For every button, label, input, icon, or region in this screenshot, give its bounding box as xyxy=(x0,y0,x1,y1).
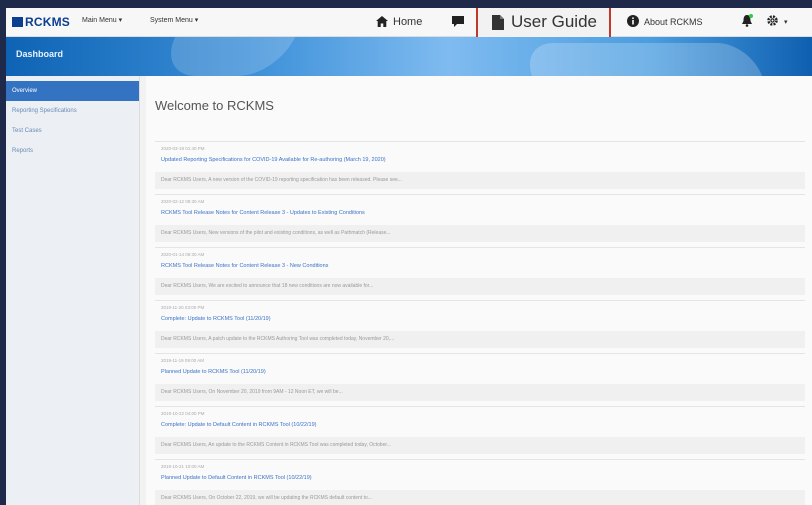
news-item: 2019-11-20 03:00 PM Complete: Update to … xyxy=(155,300,805,353)
main-menu-dropdown[interactable]: Main Menu ▾ xyxy=(82,16,122,24)
news-item: 2019-10-21 10:00 AM Planned Update to De… xyxy=(155,459,805,505)
news-item: 2020-03-19 01:40 PM Updated Reporting Sp… xyxy=(155,141,805,194)
news-timestamp: 2020-01-14 09:30 AM xyxy=(161,252,205,257)
news-title-link[interactable]: RCKMS Tool Release Notes for Content Rel… xyxy=(161,263,328,269)
banner-decoration xyxy=(156,37,296,76)
settings-menu[interactable]: ▾ xyxy=(766,8,788,36)
sidebar: Overview Reporting Specifications Test C… xyxy=(6,76,140,505)
home-icon xyxy=(376,15,388,30)
news-snippet: Dear RCKMS Users, An update to the RCKMS… xyxy=(155,437,805,454)
chevron-down-icon: ▾ xyxy=(784,19,788,26)
chat-icon xyxy=(452,15,464,30)
home-link[interactable]: Home xyxy=(376,8,422,36)
news-title-link[interactable]: RCKMS Tool Release Notes for Content Rel… xyxy=(161,210,365,216)
logo-text: RCKMS xyxy=(25,15,70,29)
document-icon xyxy=(492,14,504,30)
news-item: 2020-01-14 09:30 AM RCKMS Tool Release N… xyxy=(155,247,805,300)
page-banner: Dashboard xyxy=(6,37,812,76)
sidebar-item-test-cases[interactable]: Test Cases xyxy=(6,121,139,141)
logo-mark-icon xyxy=(12,17,23,27)
gear-icon xyxy=(766,14,779,30)
news-title-link[interactable]: Complete: Update to RCKMS Tool (11/20/19… xyxy=(161,316,271,322)
top-navbar: RCKMS Main Menu ▾ System Menu ▾ Home Use… xyxy=(6,8,812,41)
news-timestamp: 2019-11-20 03:00 PM xyxy=(161,305,205,310)
app-window: RCKMS Main Menu ▾ System Menu ▾ Home Use… xyxy=(6,8,812,505)
main-content: Welcome to RCKMS 2020-03-19 01:40 PM Upd… xyxy=(146,76,812,505)
news-timestamp: 2020-02-12 08:30 AM xyxy=(161,199,205,204)
home-label: Home xyxy=(393,16,423,28)
news-snippet: Dear RCKMS Users, New versions of the pi… xyxy=(155,225,805,242)
notifications-button[interactable] xyxy=(741,8,758,36)
news-snippet: Dear RCKMS Users, A patch update to the … xyxy=(155,331,805,348)
news-snippet: Dear RCKMS Users, We are excited to anno… xyxy=(155,278,805,295)
news-timestamp: 2020-03-19 01:40 PM xyxy=(161,146,205,151)
news-snippet: Dear RCKMS Users, On November 20, 2019 f… xyxy=(155,384,805,401)
sidebar-item-reporting-specifications[interactable]: Reporting Specifications xyxy=(6,101,139,121)
page-title: Welcome to RCKMS xyxy=(155,98,274,113)
news-title-link[interactable]: Planned Update to RCKMS Tool (11/20/19) xyxy=(161,369,266,375)
news-snippet: Dear RCKMS Users, On October 22, 2019, w… xyxy=(155,490,805,505)
news-title-link[interactable]: Updated Reporting Specifications for COV… xyxy=(161,157,386,163)
news-item: 2019-10-22 04:00 PM Complete: Update to … xyxy=(155,406,805,459)
banner-decoration xyxy=(519,43,763,76)
news-timestamp: 2019-10-22 04:00 PM xyxy=(161,411,205,416)
news-timestamp: 2019-11-19 09:00 AM xyxy=(161,358,204,363)
news-item: 2019-11-19 09:00 AM Planned Update to RC… xyxy=(155,353,805,406)
user-guide-label: User Guide xyxy=(511,12,597,31)
rckms-logo[interactable]: RCKMS xyxy=(12,15,70,29)
about-label: About RCKMS xyxy=(644,17,703,27)
about-link[interactable]: About RCKMS xyxy=(627,8,703,36)
news-title-link[interactable]: Complete: Update to Default Content in R… xyxy=(161,422,317,428)
news-snippet: Dear RCKMS Users, A new version of the C… xyxy=(155,172,805,189)
news-list: 2020-03-19 01:40 PM Updated Reporting Sp… xyxy=(155,141,805,505)
news-item: 2020-02-12 08:30 AM RCKMS Tool Release N… xyxy=(155,194,805,247)
system-menu-dropdown[interactable]: System Menu ▾ xyxy=(150,16,198,24)
bell-icon xyxy=(741,14,753,30)
news-title-link[interactable]: Planned Update to Default Content in RCK… xyxy=(161,475,312,481)
news-timestamp: 2019-10-21 10:00 AM xyxy=(161,464,205,469)
sidebar-item-reports[interactable]: Reports xyxy=(6,141,139,161)
banner-title: Dashboard xyxy=(16,49,64,59)
info-icon xyxy=(627,14,639,30)
sidebar-item-overview[interactable]: Overview xyxy=(6,81,139,101)
chat-button[interactable] xyxy=(452,8,469,36)
